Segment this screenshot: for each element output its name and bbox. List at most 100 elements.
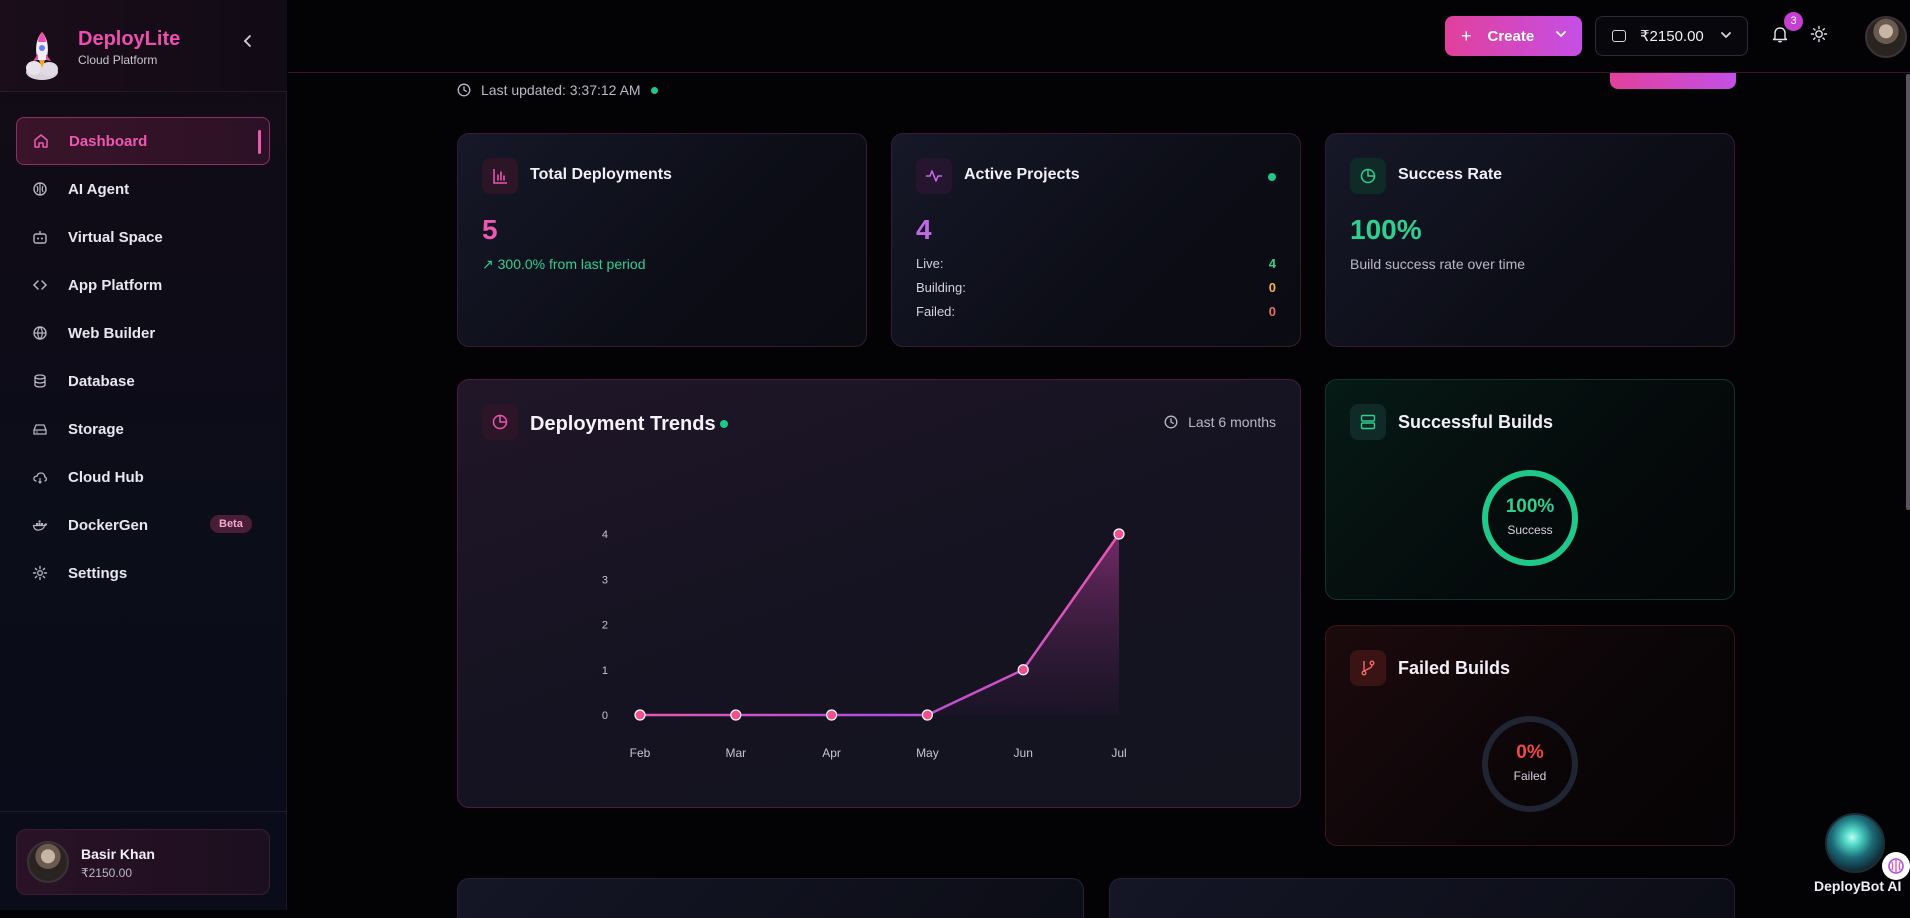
wallet-icon (1612, 30, 1626, 42)
scrollbar[interactable] (1906, 74, 1910, 510)
brain-icon[interactable] (1882, 852, 1910, 880)
stat-label: Live: (916, 256, 944, 271)
x-tick-label: Jul (1111, 746, 1126, 760)
app-subtitle: Cloud Platform (78, 53, 158, 67)
failed-percent: 0% (1516, 742, 1544, 763)
stat-value: 4 (1268, 256, 1276, 271)
stat-row-failed: Failed: 0 (916, 304, 1276, 319)
card-title: Success Rate (1398, 166, 1503, 183)
sidebar-item-label: AI Agent (68, 180, 130, 198)
sun-icon[interactable] (1810, 25, 1828, 43)
y-tick-label: 0 (602, 710, 608, 722)
sidebar-item-label: Database (68, 372, 135, 390)
data-point (730, 709, 742, 721)
clock-icon (457, 83, 471, 97)
bottom-card-left (457, 878, 1084, 918)
gear-icon (32, 565, 48, 581)
success-label: Success (1507, 523, 1553, 537)
total-deployments-card: Total Deployments 5 ↗ 300.0% from last p… (457, 133, 867, 347)
create-button[interactable]: + Create (1445, 16, 1582, 56)
sidebar-item-database[interactable]: Database (16, 357, 270, 405)
x-tick-label: Jun (1014, 746, 1033, 760)
deploybot-orb-button[interactable] (1825, 813, 1885, 873)
activity-icon (916, 158, 952, 194)
data-point (634, 709, 646, 721)
deployments-change: ↗ 300.0% from last period (482, 256, 646, 272)
brand-header: DeployLite Cloud Platform (0, 0, 287, 92)
success-percent: 100% (1505, 496, 1555, 517)
stat-label: Building: (916, 280, 966, 295)
success-rate-card: Success Rate 100% Build success rate ove… (1325, 133, 1735, 347)
stat-row-building: Building: 0 (916, 280, 1276, 295)
y-tick-label: 2 (602, 620, 608, 632)
sidebar-item-label: Virtual Space (68, 228, 163, 246)
x-tick-label: Apr (822, 746, 841, 760)
sidebar-item-app-platform[interactable]: App Platform (16, 261, 270, 309)
sidebar-item-ai-agent[interactable]: AI Agent (16, 165, 270, 213)
bottom-card-right (1109, 878, 1735, 918)
sidebar-item-label: App Platform (68, 276, 163, 294)
sidebar-item-dockergen[interactable]: DockerGen Beta (16, 501, 270, 549)
data-point (1017, 664, 1029, 676)
cloud-icon (32, 469, 48, 485)
card-title: Failed Builds (1398, 658, 1511, 678)
avatar[interactable] (1865, 16, 1907, 58)
live-status-dot (650, 86, 658, 94)
avatar (27, 841, 69, 883)
brain-icon (32, 181, 48, 197)
x-tick-label: Feb (630, 746, 651, 760)
bot-icon (32, 229, 48, 245)
y-tick-label: 3 (602, 574, 608, 586)
top-bar: + Create ₹2150.00 3 (288, 0, 1910, 73)
hard-drive-icon (32, 421, 48, 437)
notification-badge: 3 (1784, 12, 1803, 31)
docker-icon (32, 517, 48, 533)
x-tick-label: Mar (725, 746, 746, 760)
sidebar-item-cloud-hub[interactable]: Cloud Hub (16, 453, 270, 501)
data-point (1113, 528, 1125, 540)
last-updated: Last updated: 3:37:12 AM (457, 82, 658, 98)
stat-label: Failed: (916, 304, 956, 319)
sidebar-item-dashboard[interactable]: Dashboard (16, 117, 270, 165)
sidebar-nav: Dashboard AI Agent Virtual Space App Pla… (16, 117, 270, 597)
successful-builds-card: Successful Builds 100% Success (1325, 379, 1735, 600)
active-projects-value: 4 (916, 214, 932, 245)
success-ring-arc (1482, 470, 1578, 566)
sidebar-item-label: Cloud Hub (68, 468, 144, 486)
live-status-dot (1268, 173, 1276, 181)
active-indicator (258, 130, 261, 154)
failed-builds-card: Failed Builds 0% Failed (1325, 625, 1735, 846)
app-name: DeployLite (78, 28, 181, 50)
wallet-button[interactable]: ₹2150.00 (1595, 16, 1748, 56)
success-ring: 100% Success (1480, 468, 1580, 568)
x-tick-label: May (916, 746, 939, 760)
wallet-amount: ₹2150.00 (1640, 28, 1704, 45)
data-point (826, 709, 838, 721)
header-action-button[interactable] (1610, 73, 1736, 89)
git-branch-icon (1350, 650, 1386, 686)
card-title: Active Projects (964, 166, 1080, 183)
sidebar-item-web-builder[interactable]: Web Builder (16, 309, 270, 357)
database-icon (32, 373, 48, 389)
last-updated-text: Last updated: 3:37:12 AM (481, 82, 641, 98)
sidebar-item-virtual-space[interactable]: Virtual Space (16, 213, 270, 261)
beta-badge: Beta (210, 515, 252, 533)
active-projects-card: Active Projects 4 Live: 4 Building: 0 Fa… (891, 133, 1301, 347)
collapse-sidebar-button[interactable] (238, 34, 258, 54)
divider (0, 811, 287, 812)
sidebar-item-settings[interactable]: Settings (16, 549, 270, 597)
success-rate-value: 100% (1350, 214, 1422, 245)
create-label: Create (1487, 27, 1535, 45)
rocket-logo-icon (26, 32, 58, 80)
data-point (921, 709, 933, 721)
sidebar-item-label: Settings (68, 564, 128, 582)
sidebar-item-label: Web Builder (68, 324, 156, 342)
user-name: Basir Khan (81, 846, 155, 862)
sidebar-item-storage[interactable]: Storage (16, 405, 270, 453)
chevron-left-icon (243, 35, 251, 47)
deployment-trends-card: Deployment Trends Last 6 months 0 1 2 3 4 Feb… (457, 379, 1301, 808)
user-profile-card[interactable]: Basir Khan ₹2150.00 (16, 829, 270, 895)
card-title: Successful Builds (1398, 412, 1554, 432)
sidebar: DeployLite Cloud Platform Dashboard AI A… (0, 0, 287, 910)
card-title: Total Deployments (530, 166, 672, 183)
